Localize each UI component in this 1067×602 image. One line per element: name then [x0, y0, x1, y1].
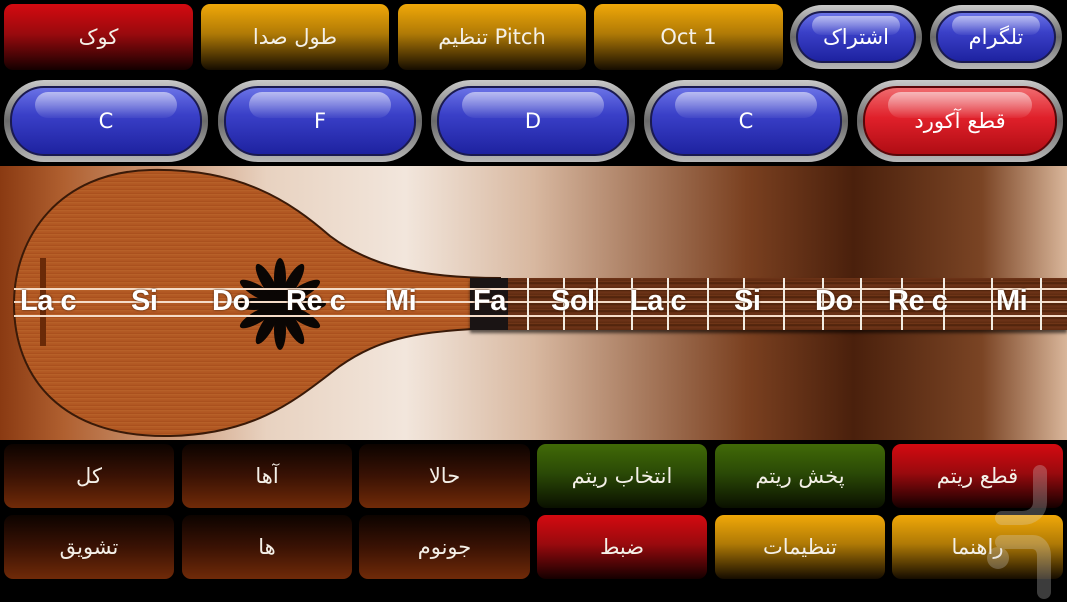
pitch-button[interactable]: تنظیم Pitch — [398, 4, 586, 70]
fret — [527, 278, 529, 330]
chord-button-3[interactable]: D — [431, 80, 635, 162]
note-key[interactable]: Re c — [286, 285, 346, 318]
note-key[interactable]: Sol — [551, 285, 595, 318]
tune-button[interactable]: کوک — [4, 4, 193, 70]
note-key[interactable]: La c — [630, 285, 687, 318]
voice-label: جونوم — [417, 535, 472, 559]
voice-label: کل — [76, 464, 102, 488]
record-button[interactable]: ضبط — [537, 515, 707, 579]
tune-label: کوک — [78, 25, 119, 49]
settings-label: تنظیمات — [762, 535, 838, 559]
chord-label: F — [313, 109, 327, 133]
note-key[interactable]: Mi — [996, 285, 1028, 318]
fret — [783, 278, 785, 330]
select-rhythm-button[interactable]: انتخاب ریتم — [537, 444, 707, 508]
voice-button-kol[interactable]: کل — [4, 444, 174, 508]
chord-button-1[interactable]: C — [4, 80, 208, 162]
sustain-label: طول صدا — [252, 25, 338, 49]
note-key[interactable]: La c — [20, 285, 77, 318]
voice-label: آها — [255, 464, 279, 488]
fret — [991, 278, 993, 330]
play-rhythm-label: پخش ریتم — [755, 464, 845, 488]
note-key[interactable]: Do — [815, 285, 853, 318]
telegram-label: تلگرام — [968, 25, 1024, 49]
note-key[interactable]: Do — [212, 285, 250, 318]
chord-pill: F — [224, 86, 416, 156]
stop-chord-button[interactable]: قطع آکورد — [857, 80, 1063, 162]
subscribe-button[interactable]: اشتراک — [790, 5, 922, 69]
settings-button[interactable]: تنظیمات — [715, 515, 885, 579]
sustain-button[interactable]: طول صدا — [201, 4, 389, 70]
voice-button-hala[interactable]: حالا — [359, 444, 530, 508]
chord-pill: C — [650, 86, 842, 156]
note-key[interactable]: Mi — [385, 285, 417, 318]
fret — [860, 278, 862, 330]
fret — [596, 278, 598, 330]
octave-button[interactable]: Oct 1 — [594, 4, 783, 70]
play-rhythm-button[interactable]: پخش ریتم — [715, 444, 885, 508]
voice-label: تشویق — [59, 535, 119, 559]
chord-label: C — [738, 109, 754, 133]
voice-button-joonom[interactable]: جونوم — [359, 515, 530, 579]
stop-chord-pill: قطع آکورد — [863, 86, 1057, 156]
select-rhythm-label: انتخاب ریتم — [571, 464, 673, 488]
octave-label: Oct 1 — [660, 25, 717, 49]
note-key[interactable]: Si — [734, 285, 761, 318]
note-key-highlighted[interactable]: Fa — [473, 285, 506, 318]
voice-label: حالا — [428, 464, 461, 488]
subscribe-label: اشتراک — [823, 25, 889, 49]
store-watermark-icon — [987, 465, 1051, 599]
fret — [1040, 278, 1042, 330]
chord-label: C — [98, 109, 114, 133]
subscribe-pill: اشتراک — [796, 11, 916, 63]
instrument-area[interactable]: La c Si Do Re c Mi Fa Sol La c Si Do Re … — [0, 166, 1067, 440]
pitch-label: تنظیم Pitch — [438, 25, 546, 49]
chord-pill: C — [10, 86, 202, 156]
chord-label: D — [524, 109, 542, 133]
record-label: ضبط — [599, 535, 645, 559]
telegram-pill: تلگرام — [936, 11, 1056, 63]
note-key[interactable]: Re c — [888, 285, 948, 318]
chord-button-2[interactable]: F — [218, 80, 422, 162]
voice-label: ها — [258, 535, 276, 559]
chord-pill: D — [437, 86, 629, 156]
fret — [707, 278, 709, 330]
voice-button-ha[interactable]: ها — [182, 515, 352, 579]
voice-button-aha[interactable]: آها — [182, 444, 352, 508]
note-key[interactable]: Si — [131, 285, 158, 318]
stop-chord-label: قطع آکورد — [914, 109, 1006, 133]
voice-button-tashvigh[interactable]: تشویق — [4, 515, 174, 579]
telegram-button[interactable]: تلگرام — [930, 5, 1062, 69]
chord-button-4[interactable]: C — [644, 80, 848, 162]
